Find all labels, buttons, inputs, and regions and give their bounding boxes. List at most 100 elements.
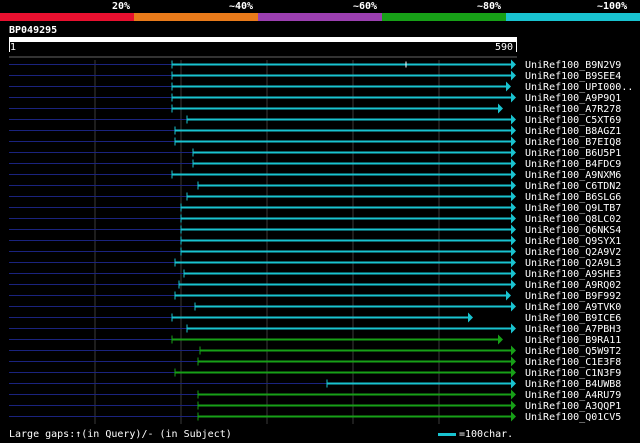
hit-row[interactable]: UniRef100_C1E3F8 [9, 356, 621, 369]
hit-label[interactable]: UniRef100_A9TVK0 [525, 302, 621, 313]
hit-row[interactable]: UniRef100_Q9SYX1 [9, 235, 621, 248]
hit-label[interactable]: UniRef100_C1N3F9 [525, 368, 621, 379]
hit-arrow-icon [511, 191, 516, 202]
hit-arrow-icon [511, 378, 516, 389]
hit-row[interactable]: UniRef100_B9SEE4 [9, 70, 621, 83]
hit-label[interactable]: UniRef100_A3QQP1 [525, 401, 621, 412]
hit-row[interactable]: UniRef100_Q01CV5 [9, 411, 621, 424]
hit-row[interactable]: UniRef100_A7PBH3 [9, 323, 621, 336]
hit-arrow-icon [468, 312, 473, 323]
hit-row[interactable]: UniRef100_B4UWB8 [9, 378, 621, 391]
hit-arrow-icon [498, 103, 503, 114]
hit-label[interactable]: UniRef100_A9SHE3 [525, 269, 621, 280]
hit-label[interactable]: UniRef100_Q6NKS4 [525, 225, 621, 236]
hit-row[interactable]: UniRef100_A9SHE3 [9, 268, 621, 281]
hit-row[interactable]: UniRef100_B4FDC9 [9, 158, 621, 171]
hit-row[interactable]: UniRef100_B9RA11 [9, 334, 621, 347]
hit-label[interactable]: UniRef100_B9SEE4 [525, 71, 621, 82]
hit-row[interactable]: UniRef100_Q8LC02 [9, 213, 621, 226]
hit-label[interactable]: UniRef100_B9RA11 [525, 335, 621, 346]
hit-label[interactable]: UniRef100_A9P9Q1 [525, 93, 621, 104]
hit-arrow-icon [511, 367, 516, 378]
hit-row[interactable]: UniRef100_A4RU79 [9, 389, 621, 402]
hit-arrow-icon [511, 158, 516, 169]
hit-row[interactable]: UniRef100_C5XT69 [9, 114, 621, 127]
scale-bar [438, 433, 456, 436]
scale-legend: =100char. [438, 429, 513, 440]
hit-row[interactable]: UniRef100_B6U5P1 [9, 147, 621, 160]
hit-row[interactable]: UniRef100_A9RQ02 [9, 279, 621, 292]
hit-label[interactable]: UniRef100_B8AGZ1 [525, 126, 621, 137]
hit-arrow-icon [511, 147, 516, 158]
hit-row[interactable]: UniRef100_Q5W9T2 [9, 345, 621, 358]
hit-arrow-icon [511, 224, 516, 235]
scale-label: =100char. [459, 429, 514, 440]
hit-arrow-icon [511, 268, 516, 279]
hit-arrow-icon [511, 411, 516, 422]
hit-arrow-icon [511, 257, 516, 268]
hit-row[interactable]: UniRef100_B9F992 [9, 290, 621, 303]
hit-arrow-icon [511, 125, 516, 136]
hit-arrow-icon [511, 169, 516, 180]
hit-label[interactable]: UniRef100_Q2A9V2 [525, 247, 621, 258]
hit-arrow-icon [511, 213, 516, 224]
hit-label[interactable]: UniRef100_UPI000.. [525, 82, 633, 93]
hit-row[interactable]: UniRef100_C1N3F9 [9, 367, 621, 380]
hit-label[interactable]: UniRef100_B9F992 [525, 291, 621, 302]
hit-label[interactable]: UniRef100_B4UWB8 [525, 379, 621, 390]
hit-label[interactable]: UniRef100_B6U5P1 [525, 148, 621, 159]
hit-label[interactable]: UniRef100_B7EIQ8 [525, 137, 621, 148]
hit-row[interactable]: UniRef100_A9P9Q1 [9, 92, 621, 105]
hit-row[interactable]: UniRef100_B9ICE6 [9, 312, 621, 325]
hit-arrow-icon [511, 235, 516, 246]
hit-label[interactable]: UniRef100_A9NXM6 [525, 170, 621, 181]
hit-arrow-icon [511, 389, 516, 400]
hit-arrow-icon [511, 246, 516, 257]
hit-row[interactable]: UniRef100_A7R278 [9, 103, 621, 116]
hit-row[interactable]: UniRef100_B7EIQ8 [9, 136, 621, 149]
hit-row[interactable]: UniRef100_Q2A9L3 [9, 257, 621, 270]
hit-label[interactable]: UniRef100_C1E3F8 [525, 357, 621, 368]
hit-label[interactable]: UniRef100_B4FDC9 [525, 159, 621, 170]
hit-arrow-icon [511, 202, 516, 213]
hit-row[interactable]: UniRef100_Q6NKS4 [9, 224, 621, 237]
hit-row[interactable]: UniRef100_A3QQP1 [9, 400, 621, 413]
hit-arrow-icon [511, 301, 516, 312]
hit-row[interactable]: UniRef100_B9N2V9 [9, 59, 621, 72]
hit-label[interactable]: UniRef100_B9N2V9 [525, 60, 621, 71]
hit-arrow-icon [511, 92, 516, 103]
hit-row[interactable]: UniRef100_B8AGZ1 [9, 125, 621, 138]
hit-arrow-icon [511, 114, 516, 125]
hit-label[interactable]: UniRef100_Q8LC02 [525, 214, 621, 225]
hit-list: UniRef100_B9N2V9UniRef100_B9SEE4UniRef10… [9, 59, 633, 424]
hit-label[interactable]: UniRef100_C5XT69 [525, 115, 621, 126]
hit-row[interactable]: UniRef100_A9TVK0 [9, 301, 621, 314]
hit-arrow-icon [511, 356, 516, 367]
hit-label[interactable]: UniRef100_Q5W9T2 [525, 346, 621, 357]
hit-row[interactable]: UniRef100_Q9LTB7 [9, 202, 621, 215]
hit-label[interactable]: UniRef100_Q9LTB7 [525, 203, 621, 214]
hit-row[interactable]: UniRef100_B6SLG6 [9, 191, 621, 204]
gaps-legend: Large gaps:↑(in Query)/- (in Subject) [9, 429, 232, 440]
hit-label[interactable]: UniRef100_B9ICE6 [525, 313, 621, 324]
hit-arrow-icon [511, 323, 516, 334]
hit-label[interactable]: UniRef100_A7PBH3 [525, 324, 621, 335]
hit-label[interactable]: UniRef100_A4RU79 [525, 390, 621, 401]
hit-arrow-icon [511, 345, 516, 356]
hit-label[interactable]: UniRef100_Q9SYX1 [525, 236, 621, 247]
hit-label[interactable]: UniRef100_A7R278 [525, 104, 621, 115]
hit-label[interactable]: UniRef100_A9RQ02 [525, 280, 621, 291]
hit-arrow-icon [511, 70, 516, 81]
hit-label[interactable]: UniRef100_Q01CV5 [525, 412, 621, 423]
hit-arrow-icon [511, 279, 516, 290]
hit-label[interactable]: UniRef100_Q2A9L3 [525, 258, 621, 269]
hit-label[interactable]: UniRef100_C6TDN2 [525, 181, 621, 192]
hit-row[interactable]: UniRef100_A9NXM6 [9, 169, 621, 182]
hit-row[interactable]: UniRef100_UPI000.. [9, 81, 633, 94]
hit-row[interactable]: UniRef100_C6TDN2 [9, 180, 621, 193]
hit-arrow-icon [506, 81, 511, 92]
hit-arrow-icon [498, 334, 503, 345]
hit-arrow-icon [511, 180, 516, 191]
hit-label[interactable]: UniRef100_B6SLG6 [525, 192, 621, 203]
hit-row[interactable]: UniRef100_Q2A9V2 [9, 246, 621, 259]
